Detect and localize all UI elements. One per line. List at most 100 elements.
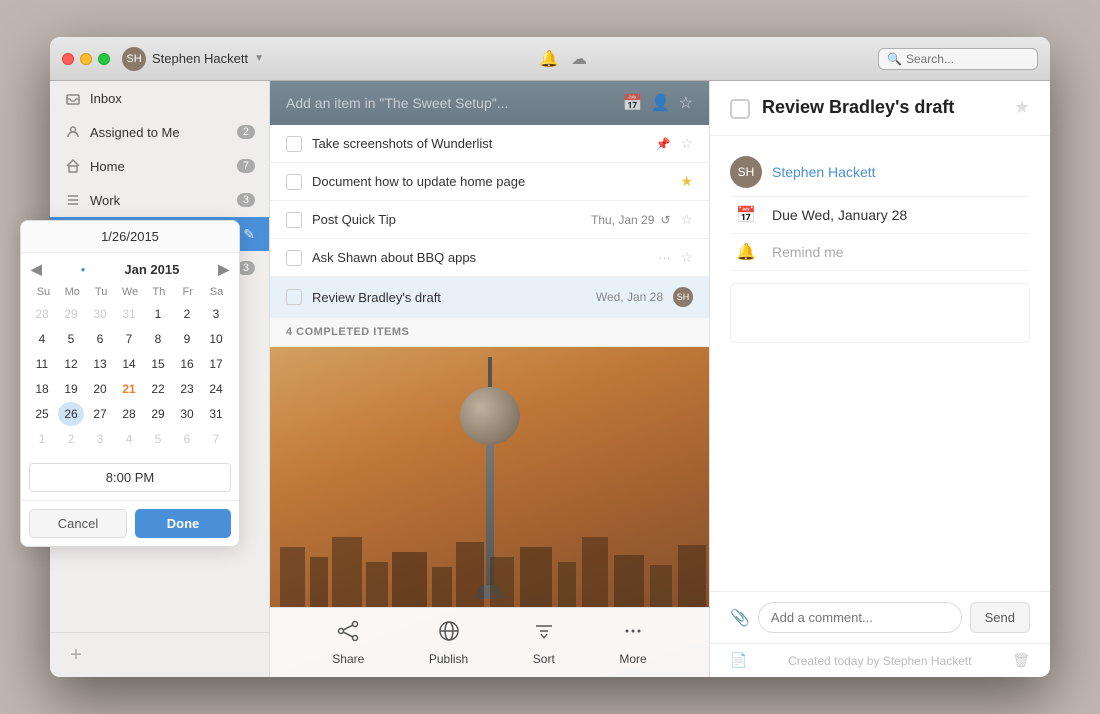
detail-body: SH Stephen Hackett 📅 Due Wed, January 28…: [710, 136, 1050, 591]
add-task-input[interactable]: [286, 95, 615, 111]
add-list-button[interactable]: +: [64, 643, 88, 667]
detail-header: Review Bradley's draft ★: [710, 81, 1050, 136]
task-label: Ask Shawn about BBQ apps: [312, 250, 648, 265]
sort-label: Sort: [533, 652, 555, 666]
comment-area: 📎 Send: [710, 591, 1050, 643]
send-button[interactable]: Send: [970, 602, 1030, 633]
pin-icon: ⋯: [658, 251, 670, 265]
publish-button[interactable]: Publish: [429, 620, 468, 666]
user-info[interactable]: SH Stephen Hackett ▼: [122, 47, 264, 71]
assigned-badge: 2: [237, 125, 255, 139]
task-star[interactable]: ☆: [680, 211, 693, 228]
main-content: Inbox Assigned to Me 2 Home 7: [50, 81, 1050, 677]
task-checkbox[interactable]: [286, 289, 302, 305]
list-header-actions: 📅 👤 ☆: [623, 93, 693, 113]
cloud-icon[interactable]: ☁: [571, 49, 587, 69]
detail-panel: Review Bradley's draft ★ SH Stephen Hack…: [710, 81, 1050, 677]
more-icon: [622, 620, 644, 648]
maximize-button[interactable]: [98, 53, 110, 65]
inbox-label: Inbox: [90, 91, 255, 106]
close-button[interactable]: [62, 53, 74, 65]
task-item[interactable]: Document how to update home page ★: [270, 163, 709, 201]
detail-assignee: SH Stephen Hackett: [730, 148, 1030, 197]
publish-label: Publish: [429, 652, 468, 666]
star-icon[interactable]: ☆: [679, 93, 693, 113]
task-star[interactable]: ★: [680, 173, 693, 190]
share-button[interactable]: Share: [332, 620, 364, 666]
task-due: Thu, Jan 29 ↺: [591, 213, 670, 227]
search-input[interactable]: [906, 52, 1029, 66]
bell-icon[interactable]: 🔔: [539, 49, 559, 69]
assign-icon[interactable]: 👤: [651, 93, 671, 113]
task-checkbox[interactable]: [286, 174, 302, 190]
home-label: Home: [90, 159, 237, 174]
search-box[interactable]: 🔍: [878, 48, 1038, 70]
work-label: Work: [90, 193, 237, 208]
remind-icon: 🔔: [730, 242, 762, 262]
sort-icon: [533, 620, 555, 648]
assigned-label: Assigned to Me: [90, 125, 237, 140]
work-badge: 3: [237, 193, 255, 207]
task-star[interactable]: ☆: [680, 249, 693, 266]
sidebar-item-home[interactable]: Home 7: [50, 149, 269, 183]
detail-star[interactable]: ★: [1014, 97, 1030, 118]
detail-remind[interactable]: 🔔 Remind me: [730, 234, 1030, 271]
task-label: Review Bradley's draft: [312, 290, 586, 305]
publish-icon: [438, 620, 460, 648]
home-icon: [64, 157, 82, 175]
sidebar-item-inbox[interactable]: Inbox: [50, 81, 269, 115]
inbox-icon: [64, 89, 82, 107]
task-label: Take screenshots of Wunderlist: [312, 136, 645, 151]
comment-input[interactable]: [758, 602, 962, 633]
detail-due[interactable]: 📅 Due Wed, January 28: [730, 197, 1030, 234]
assignee-name: Stephen Hackett: [772, 164, 876, 180]
refresh-icon: ↺: [660, 213, 670, 227]
task-item[interactable]: Take screenshots of Wunderlist 📌 ☆: [270, 125, 709, 163]
doc-icon: 📄: [730, 652, 747, 669]
comment-icon: 📎: [730, 608, 750, 628]
main-window: SH Stephen Hackett ▼ 🔔 ☁ 🔍 Inbox: [50, 37, 1050, 677]
sidebar-item-work[interactable]: Work 3: [50, 183, 269, 217]
person-icon: [64, 123, 82, 141]
chevron-down-icon: ▼: [254, 53, 264, 64]
edit-icon[interactable]: ✎: [243, 226, 255, 243]
task-checkbox[interactable]: [286, 136, 302, 152]
task-avatar: SH: [673, 287, 693, 307]
share-label: Share: [332, 652, 364, 666]
more-button[interactable]: More: [619, 620, 646, 666]
toolbar: Share Publish Sort: [270, 607, 709, 677]
pin-icon: 📌: [655, 137, 670, 151]
titlebar-icons: 🔔 ☁: [539, 49, 587, 69]
completed-items-header[interactable]: 4 COMPLETED ITEMS: [270, 318, 709, 347]
list-header: 📅 👤 ☆: [270, 81, 709, 125]
task-checkbox[interactable]: [286, 250, 302, 266]
remind-text: Remind me: [772, 244, 844, 260]
task-list-panel: 📅 👤 ☆ Take screenshots of Wunderlist 📌 ☆…: [270, 81, 710, 677]
due-date: Thu, Jan 29: [591, 213, 654, 227]
share-icon: [337, 620, 359, 648]
task-checkbox[interactable]: [286, 212, 302, 228]
detail-checkbox[interactable]: [730, 99, 750, 119]
task-item[interactable]: Ask Shawn about BBQ apps ⋯ ☆: [270, 239, 709, 277]
task-due: Wed, Jan 28: [596, 290, 663, 304]
trash-icon[interactable]: 🗑: [1012, 652, 1030, 669]
search-icon: 🔍: [887, 52, 902, 66]
background-image: Share Publish Sort: [270, 347, 709, 677]
sidebar-item-assigned[interactable]: Assigned to Me 2: [50, 115, 269, 149]
due-date-text: Due Wed, January 28: [772, 207, 907, 223]
task-item[interactable]: Post Quick Tip Thu, Jan 29 ↺ ☆: [270, 201, 709, 239]
assignee-avatar: SH: [730, 156, 762, 188]
task-star[interactable]: ☆: [680, 135, 693, 152]
sort-button[interactable]: Sort: [533, 620, 555, 666]
sidebar-footer: +: [50, 632, 269, 677]
note-area[interactable]: [730, 283, 1030, 343]
calendar-icon[interactable]: 📅: [623, 93, 643, 113]
titlebar: SH Stephen Hackett ▼ 🔔 ☁ 🔍: [50, 37, 1050, 81]
more-label: More: [619, 652, 646, 666]
created-text: Created today by Stephen Hackett: [788, 654, 971, 668]
detail-title: Review Bradley's draft: [762, 97, 1002, 118]
completed-label: 4 COMPLETED ITEMS: [286, 326, 409, 338]
task-item-selected[interactable]: Review Bradley's draft Wed, Jan 28 SH: [270, 277, 709, 318]
minimize-button[interactable]: [80, 53, 92, 65]
list-icon: [64, 191, 82, 209]
